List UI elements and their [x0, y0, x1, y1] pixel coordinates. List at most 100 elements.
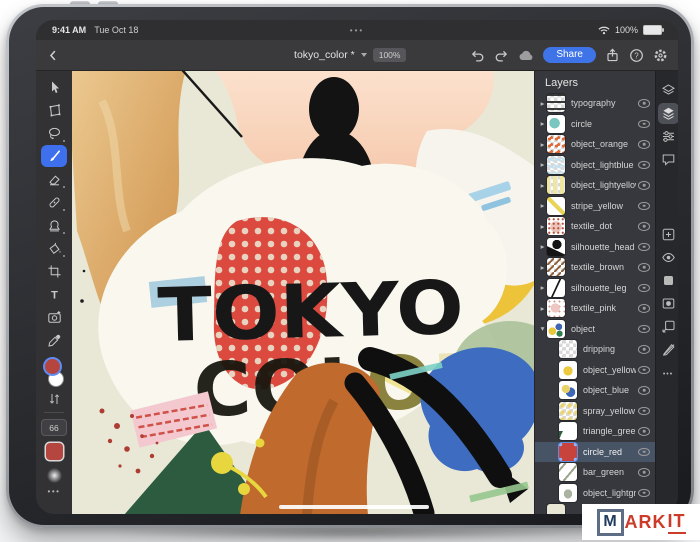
color-wells[interactable]	[42, 359, 66, 390]
layer-thumbnail[interactable]	[547, 238, 565, 256]
crop-tool[interactable]	[41, 260, 67, 282]
layer-name[interactable]: stripe_yellow	[571, 201, 636, 211]
disclosure-arrow-icon[interactable]: ▸	[538, 201, 547, 210]
layer-visibility-eye-icon[interactable]	[638, 140, 650, 149]
help-button[interactable]: ?	[629, 48, 644, 63]
layer-row[interactable]: ▸ silhouette_head	[535, 237, 655, 258]
layer-row[interactable]: ▸ circle	[535, 114, 655, 135]
more-options-icon[interactable]: •••	[658, 364, 679, 385]
layer-name[interactable]: object_blue	[583, 385, 636, 395]
swap-colors-icon[interactable]	[49, 393, 60, 405]
layer-visibility-eye-icon[interactable]	[638, 468, 650, 477]
layer-visibility-eye-icon[interactable]	[638, 407, 650, 416]
layer-name[interactable]: silhouette_head	[571, 242, 636, 252]
disclosure-arrow-icon[interactable]: ▸	[538, 99, 547, 108]
layer-name[interactable]: bar_green	[583, 467, 636, 477]
chevron-down-icon[interactable]	[361, 53, 367, 57]
layer-visibility-eye-icon[interactable]	[638, 427, 650, 436]
fill-color-icon[interactable]	[658, 270, 679, 291]
layer-name[interactable]: textile_brown	[571, 262, 636, 272]
disclosure-arrow-icon[interactable]: ▾	[538, 324, 547, 333]
type-tool[interactable]: T	[41, 283, 67, 305]
layer-name[interactable]: object_lightgreen	[583, 488, 636, 498]
layer-thumbnail[interactable]	[547, 156, 565, 174]
layer-row[interactable]: triangle_green	[535, 421, 655, 442]
disclosure-arrow-icon[interactable]: ▸	[538, 140, 547, 149]
home-indicator[interactable]	[279, 505, 429, 509]
disclosure-arrow-icon[interactable]: ▸	[538, 242, 547, 251]
layer-visibility-eye-icon[interactable]	[638, 181, 650, 190]
layer-name[interactable]: textile_dot	[571, 221, 636, 231]
layer-visibility-eye-icon[interactable]	[638, 202, 650, 211]
brush-tool[interactable]	[41, 145, 67, 167]
layers-icon[interactable]	[658, 80, 679, 101]
layer-visibility-eye-icon[interactable]	[638, 304, 650, 313]
layer-thumbnail[interactable]	[547, 115, 565, 133]
layer-row[interactable]: object_lightgreen	[535, 483, 655, 504]
layer-row[interactable]: object_yellow	[535, 360, 655, 381]
add-layer-icon[interactable]	[658, 224, 679, 245]
layer-row[interactable]: ▸ textile_dot	[535, 216, 655, 237]
layer-name[interactable]: object_lightyellow	[571, 180, 636, 190]
disclosure-arrow-icon[interactable]: ▸	[538, 222, 547, 231]
layer-name[interactable]: spray_yellow	[583, 406, 636, 416]
layer-row[interactable]: ▸ textile_brown	[535, 257, 655, 278]
layer-thumbnail[interactable]	[547, 320, 565, 338]
brush-size-chip[interactable]: 66	[41, 419, 67, 436]
layer-name[interactable]: object	[571, 324, 636, 334]
layer-thumbnail[interactable]	[547, 176, 565, 194]
layer-visibility-eye-icon[interactable]	[638, 161, 650, 170]
layer-visibility-eye-icon[interactable]	[638, 448, 650, 457]
redo-button[interactable]	[494, 48, 509, 63]
disclosure-arrow-icon[interactable]: ▸	[538, 119, 547, 128]
layer-visibility-eye-icon[interactable]	[638, 263, 650, 272]
layer-thumbnail[interactable]	[547, 299, 565, 317]
layer-visibility-eye-icon[interactable]	[638, 366, 650, 375]
properties-icon[interactable]	[658, 126, 679, 147]
layer-details-icon[interactable]	[658, 103, 679, 124]
layer-row[interactable]: object_blue	[535, 380, 655, 401]
layer-row[interactable]: ▸ textile_pink	[535, 298, 655, 319]
layer-row[interactable]: ▸ typography	[535, 93, 655, 114]
layer-thumbnail[interactable]	[559, 361, 577, 379]
comments-icon[interactable]	[658, 149, 679, 170]
layer-row[interactable]: ▸ object_lightblue	[535, 155, 655, 176]
layer-visibility-eye-icon[interactable]	[638, 120, 650, 129]
layer-thumbnail[interactable]	[559, 422, 577, 440]
layer-row[interactable]: bar_green	[535, 462, 655, 483]
layer-visibility-icon[interactable]	[658, 247, 679, 268]
layer-row[interactable]: ▸ object_orange	[535, 134, 655, 155]
document-title[interactable]: tokyo_color *	[294, 49, 355, 61]
layer-visibility-eye-icon[interactable]	[638, 489, 650, 498]
layer-name[interactable]: triangle_green	[583, 426, 636, 436]
layer-visibility-eye-icon[interactable]	[638, 345, 650, 354]
layer-row[interactable]: ▸ silhouette_leg	[535, 278, 655, 299]
layer-name[interactable]: typography	[571, 98, 636, 108]
place-photo-tool[interactable]	[41, 306, 67, 328]
layer-name[interactable]: object_lightblue	[571, 160, 636, 170]
layer-mask-icon[interactable]	[658, 293, 679, 314]
layer-name[interactable]: dripping	[583, 344, 636, 354]
layer-thumbnail[interactable]	[559, 443, 577, 461]
healing-brush-tool[interactable]	[41, 191, 67, 213]
export-icon[interactable]	[605, 48, 620, 63]
layer-thumbnail[interactable]	[547, 197, 565, 215]
layer-visibility-eye-icon[interactable]	[638, 243, 650, 252]
disclosure-arrow-icon[interactable]: ▸	[538, 181, 547, 190]
layer-thumbnail[interactable]	[559, 484, 577, 502]
clone-stamp-tool[interactable]	[41, 214, 67, 236]
layer-name[interactable]: circle	[571, 119, 636, 129]
settings-gear-icon[interactable]	[653, 48, 668, 63]
layer-visibility-eye-icon[interactable]	[638, 386, 650, 395]
disclosure-arrow-icon[interactable]: ▸	[538, 304, 547, 313]
share-button[interactable]: Share	[543, 47, 596, 63]
layer-row[interactable]: spray_yellow	[535, 401, 655, 422]
layer-name[interactable]: textile_pink	[571, 303, 636, 313]
transform-tool[interactable]	[41, 99, 67, 121]
merge-layers-icon[interactable]	[658, 339, 679, 360]
layer-thumbnail[interactable]	[559, 463, 577, 481]
foreground-color-swatch[interactable]	[45, 359, 60, 374]
layer-thumbnail[interactable]	[559, 402, 577, 420]
layer-row[interactable]: circle_red	[535, 442, 655, 463]
disclosure-arrow-icon[interactable]: ▸	[538, 283, 547, 292]
